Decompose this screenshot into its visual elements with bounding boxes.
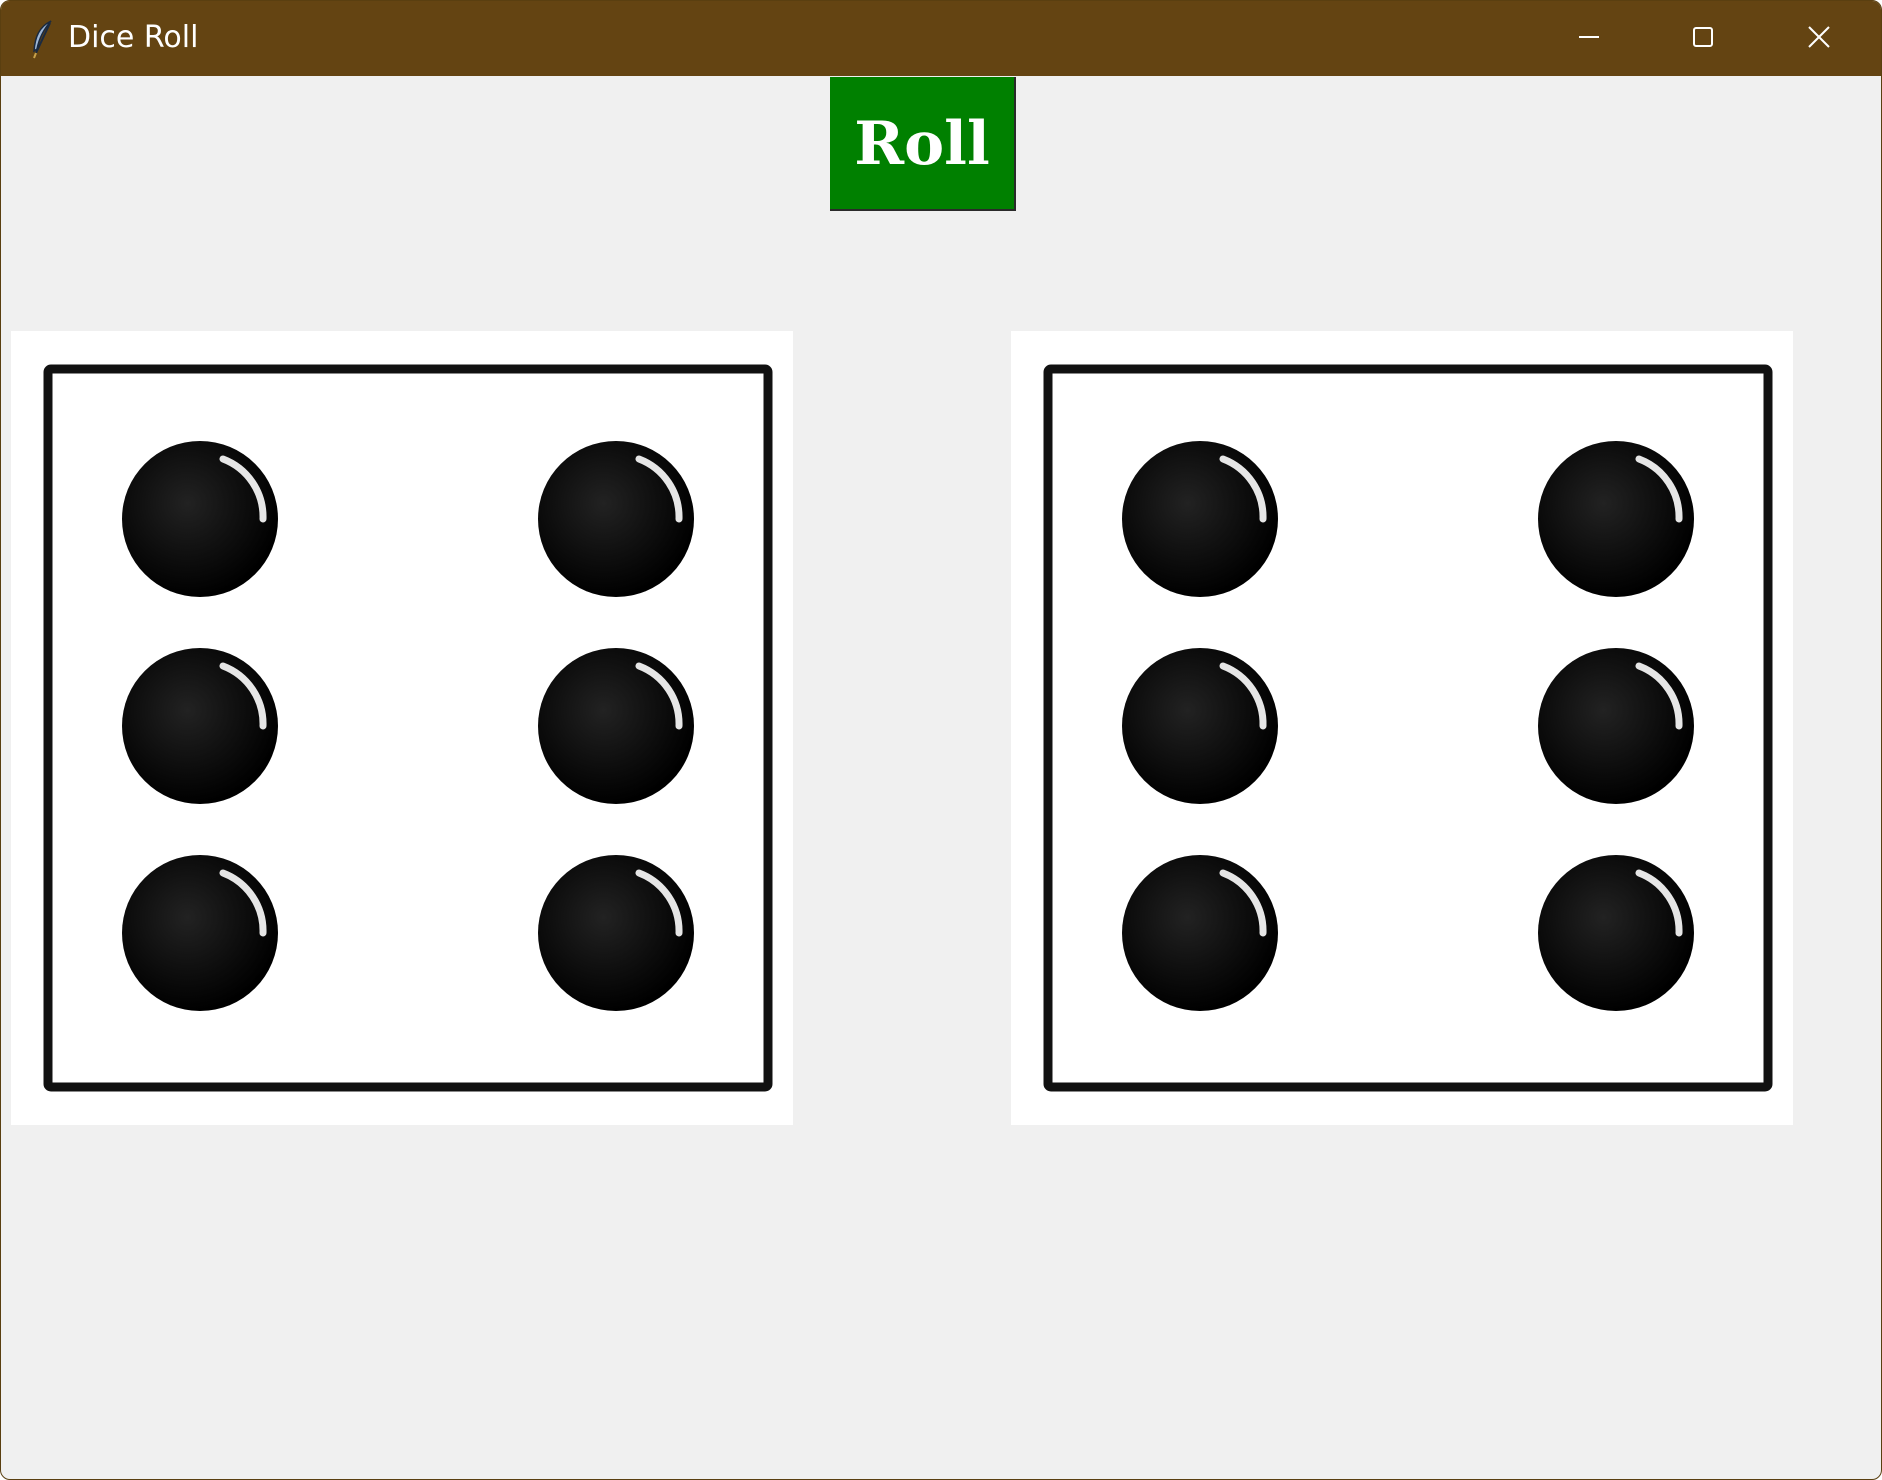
pip-5 [1122,855,1278,1011]
pip-4 [538,648,694,804]
close-button[interactable] [1761,1,1876,76]
die-right [1011,331,1793,1125]
pip-2 [538,441,694,597]
minimize-icon [1579,36,1599,38]
die-left [11,331,793,1125]
pip-2 [1538,441,1694,597]
die-face-six [43,364,773,1092]
pip-6 [538,855,694,1011]
title-bar[interactable]: Dice Roll [1,1,1881,76]
pip-5 [122,855,278,1011]
maximize-icon [1693,27,1713,47]
pip-3 [122,648,278,804]
die-face-six [1043,364,1773,1092]
pip-4 [1538,648,1694,804]
maximize-button[interactable] [1646,1,1761,76]
window-title: Dice Roll [68,20,199,55]
minimize-button[interactable] [1531,1,1646,76]
pip-6 [1538,855,1694,1011]
close-icon [1808,26,1830,48]
feather-icon [29,19,57,59]
pip-1 [1122,441,1278,597]
pip-1 [122,441,278,597]
client-area: Roll [4,77,1878,1476]
pip-3 [1122,648,1278,804]
roll-button[interactable]: Roll [830,77,1016,211]
app-window: Dice Roll Roll [0,0,1882,1480]
